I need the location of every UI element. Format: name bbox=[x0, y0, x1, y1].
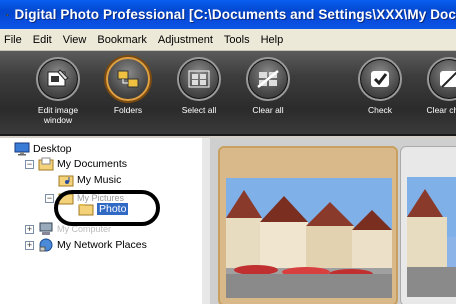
music-folder-icon bbox=[58, 175, 74, 187]
expander-my-documents[interactable]: − bbox=[25, 160, 34, 169]
check-label: Check bbox=[367, 105, 393, 115]
toolbar: Edit image window Folders Select all Cle… bbox=[0, 51, 456, 136]
clear-all-icon bbox=[246, 57, 290, 101]
tree-item-desktop[interactable]: Desktop bbox=[14, 142, 72, 156]
menu-adjustment[interactable]: Adjustment bbox=[158, 34, 213, 46]
folders-icon bbox=[106, 57, 150, 101]
menu-tools[interactable]: Tools bbox=[224, 34, 250, 46]
thumbnail-area bbox=[210, 138, 456, 304]
my-computer-icon bbox=[39, 222, 53, 235]
clear-all-button[interactable]: Clear all bbox=[233, 57, 303, 115]
check-button[interactable]: Check bbox=[345, 57, 415, 115]
window-title: Digital Photo Professional [C:\Documents… bbox=[14, 7, 456, 22]
folders-label: Folders bbox=[113, 105, 143, 115]
folders-button[interactable]: Folders bbox=[93, 57, 163, 115]
expander-my-computer[interactable]: + bbox=[25, 225, 34, 234]
thumbnail-selected[interactable] bbox=[218, 146, 398, 304]
edit-image-window-button[interactable]: Edit image window bbox=[23, 57, 93, 125]
check-icon bbox=[358, 57, 402, 101]
select-all-label: Select all bbox=[181, 105, 217, 115]
thumbnail-image bbox=[226, 178, 392, 298]
menu-view[interactable]: View bbox=[63, 34, 87, 46]
menu-bookmark[interactable]: Bookmark bbox=[97, 34, 147, 46]
edit-image-window-label: Edit image window bbox=[37, 105, 79, 125]
expander-my-network[interactable]: + bbox=[25, 241, 34, 250]
clear-check-button[interactable]: Clear check bbox=[414, 57, 456, 115]
clear-all-label: Clear all bbox=[252, 105, 284, 115]
dpp-window: Digital Photo Professional [C:\Documents… bbox=[0, 0, 456, 304]
tree-item-my-network-places[interactable]: My Network Places bbox=[38, 238, 147, 252]
select-all-button[interactable]: Select all bbox=[164, 57, 234, 115]
tree-label-my-documents: My Documents bbox=[57, 158, 128, 170]
tree-item-my-documents[interactable]: My Documents bbox=[38, 157, 127, 171]
tree-item-my-music[interactable]: My Music bbox=[58, 173, 121, 187]
menu-edit[interactable]: Edit bbox=[33, 34, 52, 46]
clear-check-icon bbox=[427, 57, 456, 101]
tree-label-desktop: Desktop bbox=[33, 143, 72, 155]
menu-file[interactable]: File bbox=[4, 34, 22, 46]
photo-folder-highlight-ring bbox=[54, 190, 160, 226]
camera-app-icon bbox=[6, 13, 9, 16]
expander-my-pictures[interactable]: − bbox=[45, 194, 54, 203]
title-bar[interactable]: Digital Photo Professional [C:\Documents… bbox=[0, 0, 456, 29]
thumbnail-next[interactable] bbox=[400, 146, 456, 304]
menu-help[interactable]: Help bbox=[261, 34, 284, 46]
thumbnail-image-next bbox=[407, 177, 456, 297]
tree-label-my-network: My Network Places bbox=[57, 239, 147, 251]
edit-image-icon bbox=[36, 57, 80, 101]
network-places-icon bbox=[39, 238, 53, 252]
select-all-icon bbox=[177, 57, 221, 101]
clear-check-label: Clear check bbox=[426, 105, 456, 115]
tree-label-my-music: My Music bbox=[77, 174, 122, 186]
my-documents-icon bbox=[38, 157, 54, 171]
menu-bar: File Edit View Bookmark Adjustment Tools… bbox=[0, 29, 456, 51]
tree-scrollbar[interactable] bbox=[202, 138, 210, 304]
desktop-icon bbox=[14, 142, 30, 156]
